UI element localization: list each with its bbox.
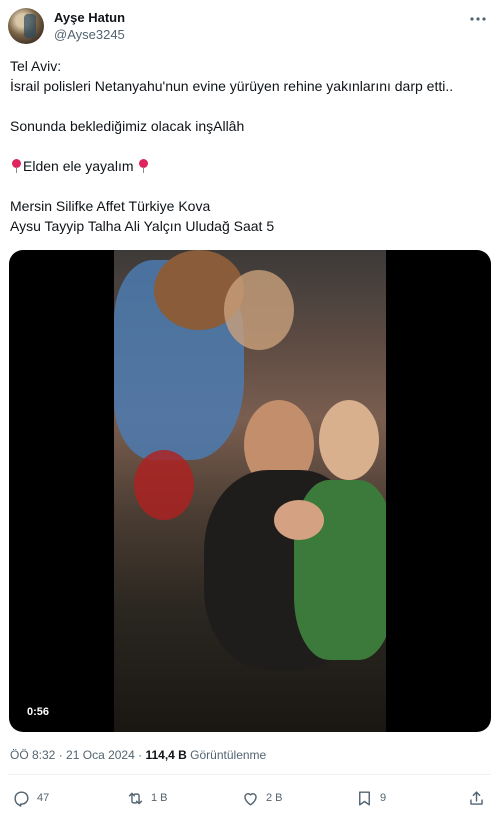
views-count: 114,4 B (145, 748, 187, 762)
tweet-line: Tel Aviv: (10, 58, 62, 74)
retweet-icon (128, 792, 143, 804)
video-scene-shape (224, 270, 294, 350)
like-count: 2 B (266, 792, 283, 804)
bookmark-button[interactable]: 9 (355, 786, 386, 810)
author-name[interactable]: Ayşe Hatun (54, 10, 125, 25)
views-label: Görüntülenme (190, 748, 267, 762)
tweet-text: Tel Aviv: İsrail polisleri Netanyahu'nun… (10, 56, 490, 236)
bookmark-count: 9 (380, 792, 387, 804)
heart-icon (244, 792, 257, 806)
video-scene-shape (319, 400, 379, 480)
share-button[interactable] (467, 786, 492, 810)
reply-icon (14, 790, 29, 807)
avatar[interactable] (8, 8, 44, 44)
video-scene-shape (274, 500, 324, 540)
divider (8, 774, 491, 775)
more-dots-icon[interactable] (467, 10, 489, 28)
tweet-date[interactable]: 21 Oca 2024 (66, 748, 135, 762)
tweet-time[interactable]: ÖÖ 8:32 (10, 748, 55, 762)
retweet-count: 1 B (151, 792, 168, 804)
meta-separator: · (138, 748, 143, 762)
tweet-line: Mersin Silifke Affet Türkiye Kova (10, 198, 211, 214)
video-scene-shape (134, 450, 194, 520)
reply-count: 47 (37, 792, 50, 804)
bookmark-icon (359, 790, 370, 806)
tweet-line: Sonunda beklediğimiz olacak inşAllâh (10, 118, 245, 134)
tweet-meta: ÖÖ 8:32 · 21 Oca 2024 · 114,4 B Görüntül… (10, 748, 266, 762)
author-handle[interactable]: @Ayse3245 (54, 27, 125, 42)
meta-separator: · (58, 748, 63, 762)
tweet-line: İsrail polisleri Netanyahu'nun evine yür… (10, 78, 454, 94)
tweet-line-pins: Elden ele yayalım (10, 156, 490, 176)
tweet-line: Elden ele yayalım (23, 158, 134, 174)
video-duration: 0:56 (23, 705, 54, 719)
round-pushpin-icon (139, 159, 149, 173)
reply-button[interactable]: 47 (12, 786, 49, 810)
like-button[interactable]: 2 B (241, 786, 283, 810)
video-player[interactable]: 0:56 (9, 250, 491, 732)
share-icon (470, 790, 483, 805)
action-bar: 47 1 B 2 B 9 (0, 786, 499, 810)
round-pushpin-icon (12, 159, 21, 173)
video-frame[interactable] (114, 250, 386, 732)
tweet-line: Aysu Tayyip Talha Ali Yalçın Uludağ Saat… (10, 218, 275, 234)
retweet-button[interactable]: 1 B (126, 786, 168, 810)
tweet-header: Ayşe Hatun @Ayse3245 (8, 8, 491, 44)
